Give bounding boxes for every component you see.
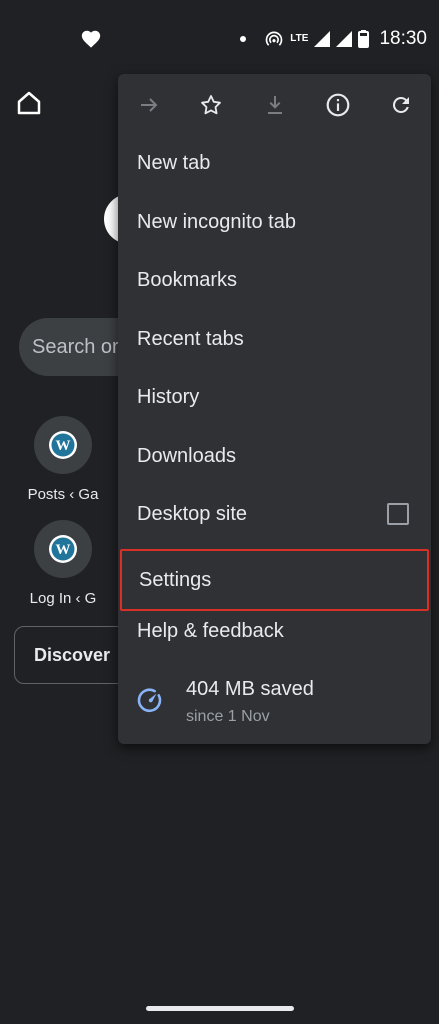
shortcut-label: Posts ‹ Ga <box>27 486 99 503</box>
menu-item-bookmarks[interactable]: Bookmarks <box>118 251 431 309</box>
data-saver-summary[interactable]: 404 MB saved since 1 Nov <box>118 668 431 732</box>
menu-item-label: Desktop site <box>137 502 248 525</box>
wordpress-icon: W <box>34 416 92 474</box>
menu-item-history[interactable]: History <box>118 368 431 426</box>
download-icon <box>268 96 282 114</box>
menu-item-downloads[interactable]: Downloads <box>118 427 431 485</box>
menu-item-label: Downloads <box>137 444 236 467</box>
forward-button[interactable] <box>134 90 164 120</box>
wordpress-icon: W <box>34 520 92 578</box>
menu-item-new-tab[interactable]: New tab <box>118 134 431 192</box>
signal-strength-2-icon <box>336 31 353 47</box>
menu-item-label: Bookmarks <box>137 268 238 291</box>
home-icon[interactable] <box>14 88 44 118</box>
signal-strength-icon <box>314 31 331 47</box>
menu-item-label: New incognito tab <box>137 210 296 233</box>
data-saved-since: since 1 Nov <box>186 708 270 725</box>
data-saved-amount: 404 MB saved <box>186 678 314 700</box>
menu-item-label: Recent tabs <box>137 327 244 350</box>
info-icon <box>326 93 350 117</box>
lte-indicator: LTE <box>290 33 309 44</box>
refresh-icon <box>392 96 409 113</box>
menu-item-help-feedback[interactable]: Help & feedback <box>118 602 431 660</box>
menu-item-label: Help & feedback <box>137 619 284 642</box>
download-page-button[interactable] <box>260 90 290 120</box>
speedometer-icon <box>136 686 164 714</box>
gesture-nav-handle[interactable] <box>146 1006 294 1011</box>
overflow-menu: New tab New incognito tab Bookmarks Rece… <box>118 74 431 744</box>
arrow-forward-icon <box>141 98 158 112</box>
hotspot-icon <box>264 29 284 49</box>
page-info-button[interactable] <box>323 90 353 120</box>
menu-toolbar <box>118 74 431 136</box>
battery-icon <box>358 30 370 48</box>
discover-label: Discover <box>34 645 111 665</box>
desktop-site-checkbox[interactable] <box>387 503 409 525</box>
menu-item-label: Settings <box>139 568 212 591</box>
menu-item-desktop-site[interactable]: Desktop site <box>118 485 431 543</box>
shortcut-tile[interactable]: W Log In ‹ G <box>13 520 113 607</box>
reload-button[interactable] <box>386 90 416 120</box>
bookmark-star-button[interactable] <box>196 90 226 120</box>
menu-item-label: New tab <box>137 151 211 174</box>
shortcut-label: Log In ‹ G <box>29 590 97 607</box>
svg-text:W: W <box>56 542 71 558</box>
heart-notification-icon <box>80 28 102 50</box>
status-time: 18:30 <box>379 28 427 49</box>
svg-text:W: W <box>56 438 71 454</box>
menu-item-new-incognito-tab[interactable]: New incognito tab <box>118 193 431 251</box>
notification-dot-icon <box>240 36 247 42</box>
menu-item-label: History <box>137 385 200 408</box>
shortcut-tile[interactable]: W Posts ‹ Ga <box>13 416 113 503</box>
star-outline-icon <box>201 95 221 115</box>
status-bar: LTE 18:30 <box>0 0 439 78</box>
menu-item-recent-tabs[interactable]: Recent tabs <box>118 310 431 368</box>
